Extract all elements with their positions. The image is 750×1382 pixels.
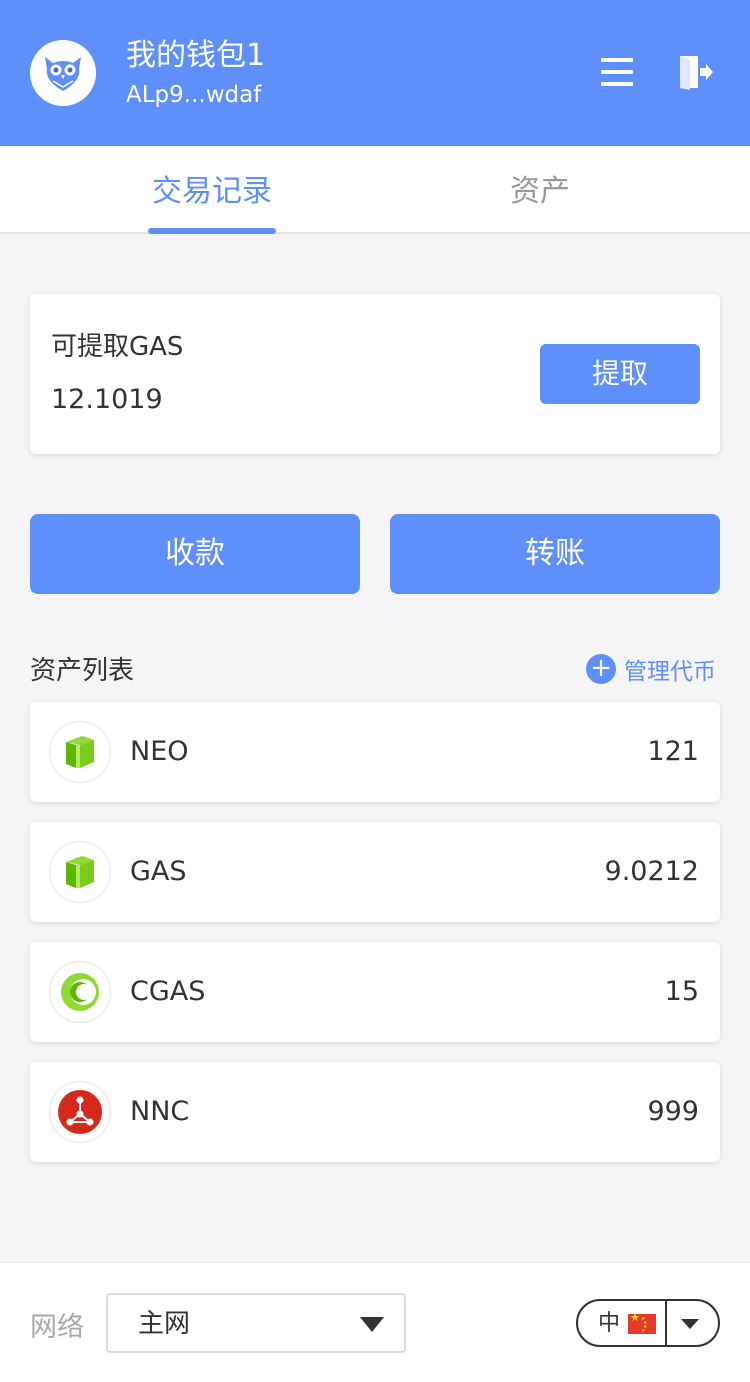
asset-amount: 9.0212 — [604, 856, 699, 887]
network-value: 主网 — [138, 1309, 191, 1339]
asset-name: GAS — [130, 856, 187, 887]
asset-amount: 15 — [664, 976, 699, 1007]
transfer-button[interactable]: 转账 — [390, 514, 720, 594]
gas-icon — [49, 841, 111, 903]
claim-button[interactable]: 提取 — [540, 344, 700, 404]
language-divider — [665, 1301, 667, 1345]
asset-row-cgas[interactable]: CGAS 15 — [30, 942, 720, 1042]
tab-assets[interactable]: 资产 — [470, 146, 610, 234]
network-label: 网络 — [30, 1312, 84, 1343]
menu-icon[interactable] — [598, 52, 638, 92]
claim-gas-label: 可提取GAS — [51, 332, 184, 362]
manage-tokens-label: 管理代币 — [624, 659, 716, 685]
asset-name: NNC — [130, 1096, 190, 1127]
asset-name: NEO — [130, 736, 189, 767]
plus-circle-icon: + — [586, 654, 616, 684]
asset-name: CGAS — [130, 976, 206, 1007]
asset-list-title: 资产列表 — [30, 656, 135, 686]
claim-gas-card: 可提取GAS 12.1019 提取 — [30, 294, 720, 454]
active-tab-indicator — [148, 228, 276, 234]
owl-logo-icon — [30, 40, 96, 106]
china-flag-icon: ★ ★ ★ ★ ★ — [628, 1311, 656, 1334]
asset-row-nnc[interactable]: NNC 999 — [30, 1062, 720, 1162]
chevron-down-icon — [360, 1317, 384, 1332]
cgas-icon — [49, 961, 111, 1023]
tab-bar: 交易记录 资产 — [0, 146, 750, 234]
language-select[interactable]: 中 ★ ★ ★ ★ ★ — [576, 1299, 720, 1347]
asset-row-gas[interactable]: GAS 9.0212 — [30, 822, 720, 922]
wallet-name: 我的钱包1 — [126, 38, 266, 73]
asset-amount: 999 — [647, 1096, 699, 1127]
claim-gas-value: 12.1019 — [51, 384, 163, 415]
footer-bar: 网络 主网 中 ★ ★ ★ ★ ★ — [0, 1262, 750, 1382]
app-header: 我的钱包1 ALp9...wdaf — [0, 0, 750, 146]
exit-icon[interactable] — [676, 52, 716, 92]
language-value: 中 — [598, 1311, 621, 1336]
tab-transaction-records[interactable]: 交易记录 — [130, 146, 294, 234]
neo-icon — [49, 721, 111, 783]
network-select[interactable]: 主网 — [106, 1293, 406, 1353]
wallet-address[interactable]: ALp9...wdaf — [126, 80, 261, 110]
receive-button[interactable]: 收款 — [30, 514, 360, 594]
manage-tokens-link[interactable]: + 管理代币 — [586, 652, 716, 686]
chevron-down-icon — [681, 1319, 699, 1329]
asset-amount: 121 — [647, 736, 699, 767]
nnc-icon — [49, 1081, 111, 1143]
asset-row-neo[interactable]: NEO 121 — [30, 702, 720, 802]
